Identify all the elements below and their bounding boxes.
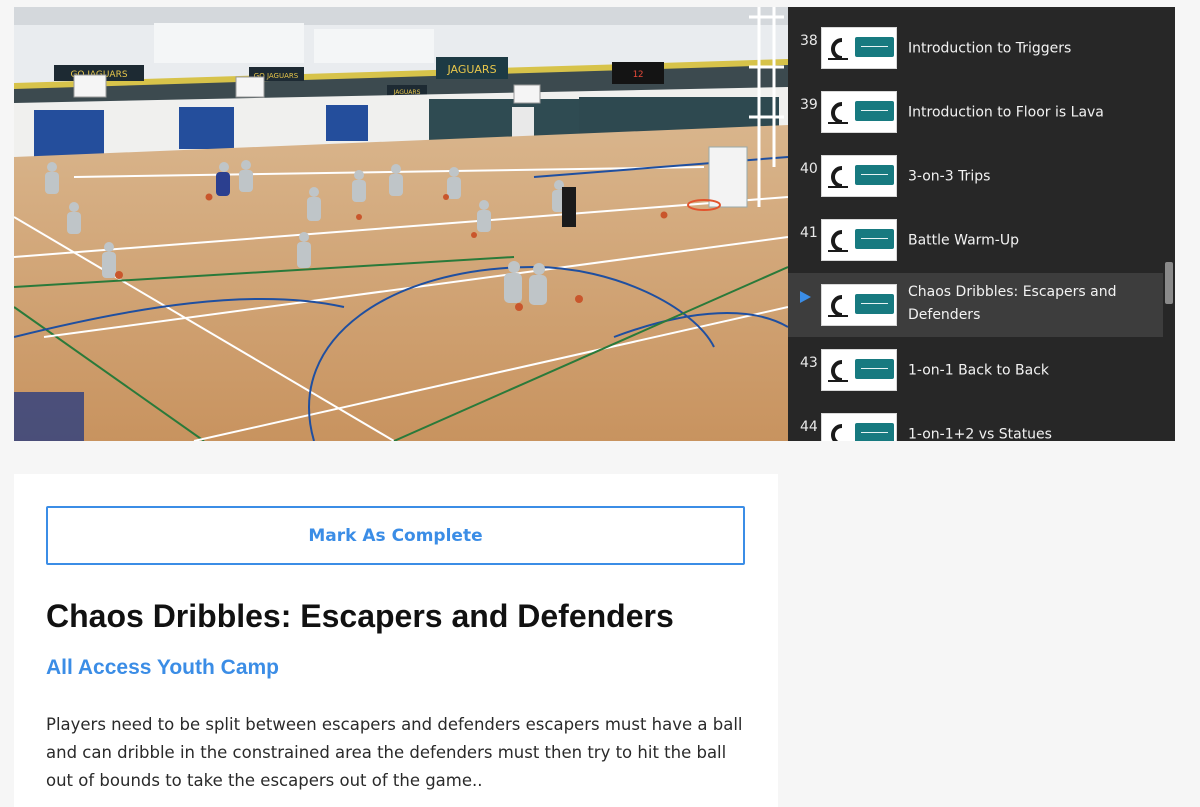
playlist-item[interactable]: 39 Introduction to Floor is Lava: [788, 81, 1164, 145]
playlist-item-active[interactable]: Chaos Dribbles: Escapers and Defenders: [788, 273, 1164, 337]
thumbnail-banner: [855, 294, 894, 314]
lesson-card: Mark As Complete Chaos Dribbles: Escaper…: [14, 474, 778, 807]
playlist-item-number: 44: [800, 419, 818, 435]
playlist-sidebar: 38 Introduction to Triggers 39 Introduct…: [788, 7, 1175, 441]
playlist-item-number: 39: [800, 97, 818, 113]
lesson-thumbnail: [821, 155, 897, 197]
brand-logo-icon: [828, 166, 848, 188]
thumbnail-banner: [855, 37, 894, 57]
playlist-item-title: Introduction to Triggers: [908, 40, 1072, 57]
lesson-thumbnail: [821, 349, 897, 391]
scoreboard-text: 12: [633, 70, 644, 80]
brand-logo-icon: [828, 230, 848, 252]
playlist-item-number: 38: [800, 33, 818, 49]
mark-complete-button[interactable]: Mark As Complete: [46, 506, 745, 565]
lesson-thumbnail: [821, 27, 897, 69]
lesson-thumbnail: [821, 413, 897, 441]
course-link[interactable]: All Access Youth Camp: [46, 656, 279, 680]
brand-logo-icon: [831, 424, 843, 441]
playlist-item-title: Chaos Dribbles: Escapers and Defenders: [908, 284, 1117, 323]
lesson-thumbnail: [821, 284, 897, 326]
lesson-title: Chaos Dribbles: Escapers and Defenders: [46, 598, 674, 634]
gym-sign-3-text: JAGUARS: [446, 63, 496, 76]
playlist-item-title: 1-on-1+2 vs Statues: [908, 426, 1052, 442]
playlist-item[interactable]: 40 3-on-3 Trips: [788, 145, 1164, 209]
lesson-thumbnail: [821, 91, 897, 133]
playlist-scrollbar-thumb[interactable]: [1165, 262, 1173, 304]
playlist-item[interactable]: 43 1-on-1 Back to Back: [788, 337, 1164, 401]
lesson-description: Players need to be split between escaper…: [46, 715, 743, 790]
video-frame: GO JAGUARS GO JAGUARS JAGUARS JAGUARS 12: [14, 7, 788, 441]
playlist-item-number: 40: [800, 161, 818, 177]
playlist-item-title: Battle Warm-Up: [908, 232, 1019, 249]
playlist-item-title: 3-on-3 Trips: [908, 168, 991, 185]
lesson-thumbnail: [821, 219, 897, 261]
playlist-scrollbar[interactable]: [1163, 7, 1175, 441]
thumbnail-banner: [855, 359, 894, 379]
playlist-item-number: 43: [800, 355, 818, 371]
brand-logo-icon: [828, 38, 848, 60]
playlist-item[interactable]: 38 Introduction to Triggers: [788, 17, 1164, 81]
playlist-item[interactable]: 41 Battle Warm-Up: [788, 209, 1164, 273]
playlist-item-number: 41: [800, 225, 818, 241]
playlist-item-title: Introduction to Floor is Lava: [908, 104, 1104, 121]
brand-logo-icon: [828, 295, 848, 317]
playlist-item-title: 1-on-1 Back to Back: [908, 362, 1049, 379]
thumbnail-banner: [855, 165, 894, 185]
thumbnail-banner: [855, 101, 894, 121]
playlist-item[interactable]: 44 1-on-1+2 vs Statues: [788, 401, 1164, 441]
brand-logo-icon: [828, 102, 848, 124]
brand-logo-icon: [828, 360, 848, 382]
video-player[interactable]: GO JAGUARS GO JAGUARS JAGUARS JAGUARS 12: [14, 7, 788, 441]
now-playing-icon: [800, 291, 811, 303]
thumbnail-banner: [855, 229, 894, 249]
thumbnail-banner: [855, 423, 894, 441]
